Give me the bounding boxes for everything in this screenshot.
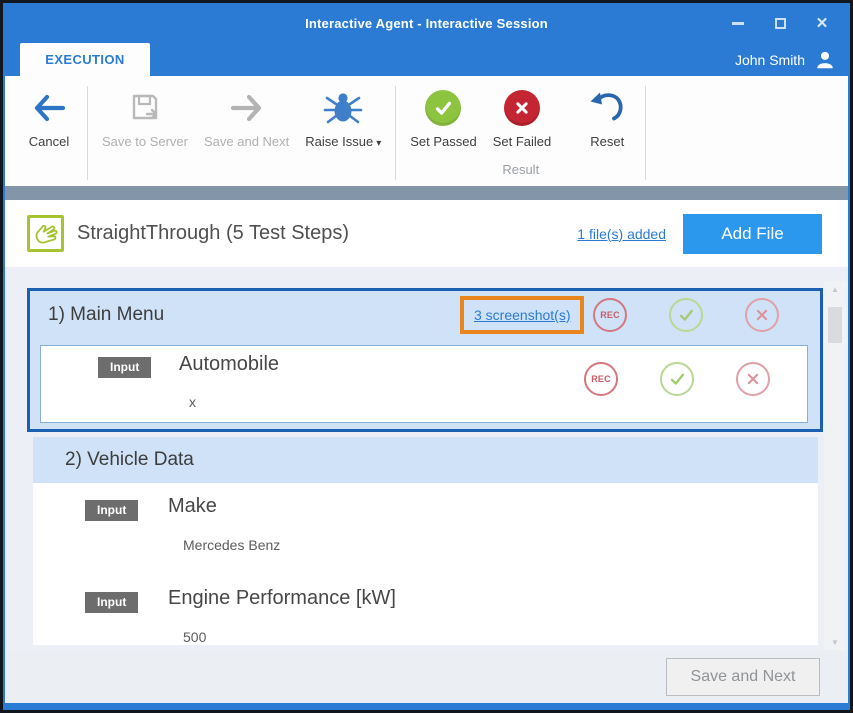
fail-step-button[interactable] <box>736 362 770 396</box>
ribbon-toolbar: Cancel Sa <box>5 76 848 186</box>
dropdown-caret-icon: ▾ <box>376 138 381 149</box>
title-bar: Interactive Agent - Interactive Session … <box>5 3 848 43</box>
minimize-button[interactable] <box>730 15 746 31</box>
ribbon-tab-row: EXECUTION John Smith <box>5 43 848 76</box>
forward-arrow-icon <box>228 86 266 130</box>
save-and-next-button[interactable]: Save and Next <box>196 82 297 149</box>
input-value: Mercedes Benz <box>183 537 280 553</box>
maximize-icon <box>775 18 786 29</box>
close-button[interactable]: ✕ <box>814 15 830 31</box>
set-failed-button[interactable]: Set Failed <box>485 82 560 149</box>
ribbon-separator <box>645 86 646 180</box>
record-button[interactable]: REC <box>584 362 618 396</box>
tab-execution[interactable]: EXECUTION <box>20 43 150 76</box>
input-label: Engine Performance [kW] <box>168 587 396 610</box>
input-badge: Input <box>98 357 151 378</box>
scroll-down-button[interactable]: ▼ <box>824 634 846 650</box>
input-value: 500 <box>183 629 206 645</box>
manual-test-hand-icon <box>27 215 64 252</box>
footer-bar: Save and Next <box>5 650 848 703</box>
fail-step-button[interactable] <box>745 298 779 332</box>
ribbon-separator <box>395 86 396 180</box>
window-bottom-accent <box>5 703 848 710</box>
ribbon-group-result: Set Passed Set Failed <box>402 82 639 186</box>
step-1-title: 1) Main Menu <box>48 304 164 326</box>
ribbon-group-save: Save to Server Save and Next <box>94 82 389 186</box>
test-case-title: StraightThrough (5 Test Steps) <box>77 222 577 245</box>
divider-strip <box>5 186 848 200</box>
undo-arrow-icon <box>587 86 627 130</box>
passed-check-icon <box>425 86 461 130</box>
input-badge: Input <box>85 500 138 521</box>
save-disk-icon <box>125 86 165 130</box>
add-file-button[interactable]: Add File <box>683 214 822 254</box>
bug-icon <box>322 86 364 130</box>
minimize-icon <box>732 22 744 25</box>
pass-step-button[interactable] <box>669 298 703 332</box>
raise-issue-button[interactable]: Raise Issue▾ <box>297 82 389 149</box>
user-icon <box>814 49 836 71</box>
set-passed-button[interactable]: Set Passed <box>402 82 485 149</box>
input-value: x <box>189 394 196 410</box>
user-name: John Smith <box>735 52 805 68</box>
test-case-header: StraightThrough (5 Test Steps) 1 file(s)… <box>5 200 848 267</box>
reset-button[interactable]: Reset <box>575 82 639 149</box>
step-1-input-row[interactable]: Input Automobile x REC <box>40 345 808 423</box>
close-icon: ✕ <box>816 16 829 31</box>
screenshots-link[interactable]: 3 screenshot(s) <box>474 307 570 323</box>
app-window: Interactive Agent - Interactive Session … <box>0 0 853 713</box>
save-and-next-footer-button[interactable]: Save and Next <box>666 658 820 696</box>
input-label: Make <box>168 495 217 518</box>
step-2-title: 2) Vehicle Data <box>65 449 194 471</box>
test-step-2[interactable]: 2) Vehicle Data Input Make Mercedes Benz… <box>33 437 818 645</box>
save-to-server-button[interactable]: Save to Server <box>94 82 196 149</box>
user-account[interactable]: John Smith <box>735 43 836 76</box>
test-step-1[interactable]: 1) Main Menu 3 screenshot(s) REC Input A… <box>27 288 823 432</box>
ribbon-group-navigation: Cancel <box>17 82 81 186</box>
record-button[interactable]: REC <box>593 298 627 332</box>
ribbon-group-label-result: Result <box>402 162 639 186</box>
maximize-button[interactable] <box>772 15 788 31</box>
scroll-up-button[interactable]: ▲ <box>824 281 846 297</box>
cancel-button[interactable]: Cancel <box>17 82 81 149</box>
input-label: Automobile <box>179 353 279 376</box>
vertical-scrollbar[interactable]: ▲ ▼ <box>824 281 846 650</box>
back-arrow-icon <box>30 86 68 130</box>
files-added-link[interactable]: 1 file(s) added <box>577 226 666 242</box>
window-title: Interactive Agent - Interactive Session <box>305 16 548 31</box>
test-steps-list: 1) Main Menu 3 screenshot(s) REC Input A… <box>5 267 848 650</box>
step-2-header[interactable]: 2) Vehicle Data <box>33 437 818 483</box>
pass-step-button[interactable] <box>660 362 694 396</box>
annotation-highlight: 3 screenshot(s) <box>460 296 584 334</box>
step-1-header[interactable]: 1) Main Menu 3 screenshot(s) REC <box>30 291 820 339</box>
scrollbar-thumb[interactable] <box>828 307 842 343</box>
failed-cross-icon <box>504 86 540 130</box>
input-badge: Input <box>85 592 138 613</box>
scrollbar-track[interactable] <box>824 297 846 634</box>
ribbon-separator <box>87 86 88 180</box>
window-frame: Interactive Agent - Interactive Session … <box>3 3 850 710</box>
window-controls: ✕ <box>730 3 830 43</box>
